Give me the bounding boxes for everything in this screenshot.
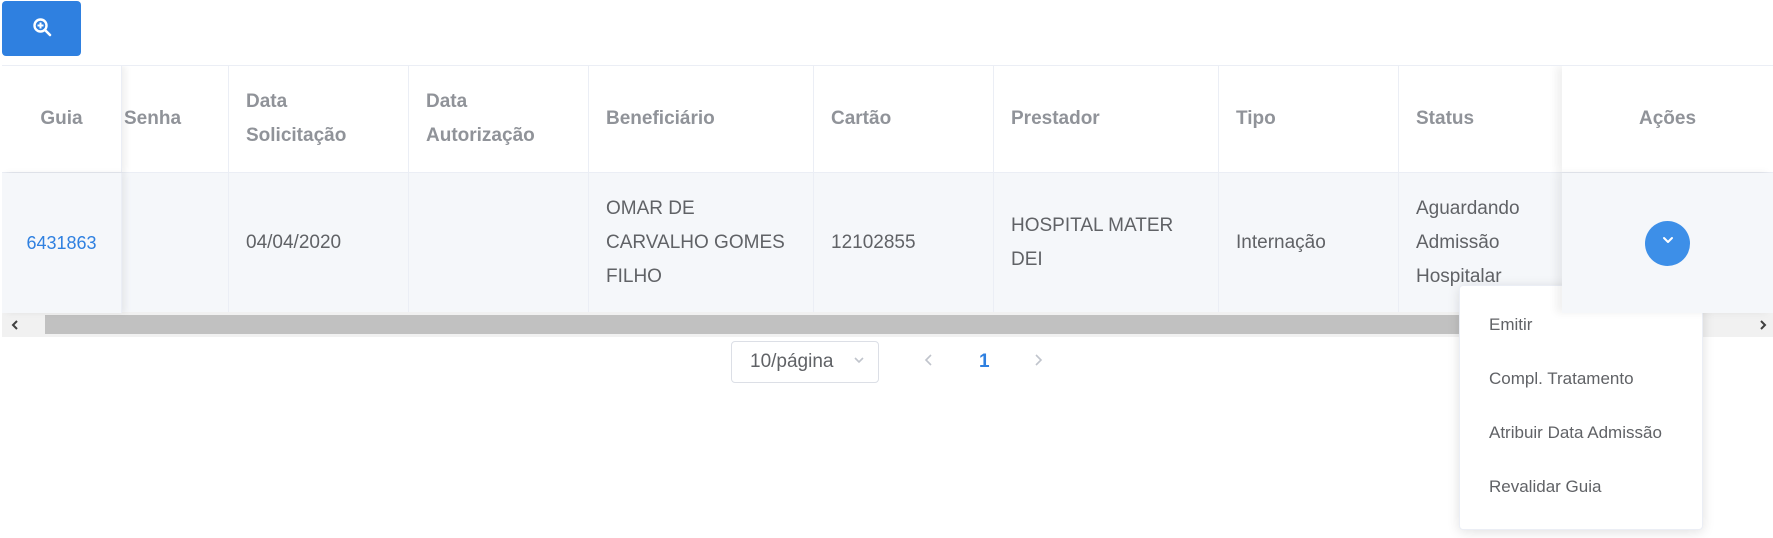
actions-dropdown-button[interactable] bbox=[1645, 220, 1690, 266]
menu-item-revalidar-guia[interactable]: Revalidar Guia bbox=[1460, 460, 1702, 514]
cell-tipo: Internação bbox=[1219, 173, 1399, 313]
cell-acoes bbox=[1562, 173, 1773, 313]
status-text: Aguardando Admissão Hospitalar bbox=[1416, 198, 1520, 287]
scrollbar-thumb[interactable] bbox=[45, 315, 1545, 334]
search-button[interactable] bbox=[2, 1, 81, 56]
header-cartao[interactable]: Cartão bbox=[814, 66, 994, 172]
chevron-left-icon bbox=[922, 353, 936, 372]
page-size-select[interactable]: 10/página bbox=[731, 341, 879, 383]
zoom-in-icon bbox=[32, 17, 52, 40]
cell-guia: 6431863 bbox=[2, 173, 122, 313]
cell-prestador: HOSPITAL MATER DEI bbox=[994, 173, 1219, 313]
cell-data-solicitacao: 04/04/2020 bbox=[229, 173, 409, 313]
page-size-value: 10/página bbox=[750, 351, 834, 372]
cell-cartao: 12102855 bbox=[814, 173, 994, 313]
table-header: Guia Senha Data Solicitação Data Autoriz… bbox=[2, 66, 1773, 173]
actions-dropdown-menu: Emitir Compl. Tratamento Atribuir Data A… bbox=[1459, 285, 1703, 530]
header-data-autorizacao[interactable]: Data Autorização bbox=[409, 66, 589, 172]
menu-item-atribuir-data-admissao[interactable]: Atribuir Data Admissão bbox=[1460, 406, 1702, 460]
header-senha[interactable]: Senha bbox=[122, 66, 229, 172]
cell-data-autorizacao bbox=[409, 173, 589, 313]
header-tipo[interactable]: Tipo bbox=[1219, 66, 1399, 172]
cell-senha bbox=[122, 173, 229, 313]
header-guia[interactable]: Guia bbox=[2, 66, 122, 172]
scroll-right-icon[interactable] bbox=[1754, 315, 1772, 334]
chevron-down-icon bbox=[1660, 226, 1676, 260]
guia-link[interactable]: 6431863 bbox=[26, 226, 96, 260]
header-acoes: Ações bbox=[1562, 66, 1773, 172]
menu-item-compl-tratamento[interactable]: Compl. Tratamento bbox=[1460, 352, 1702, 406]
header-prestador[interactable]: Prestador bbox=[994, 66, 1219, 172]
chevron-right-icon bbox=[1031, 353, 1045, 372]
prev-page-button[interactable] bbox=[911, 344, 947, 380]
chevron-down-icon bbox=[852, 351, 866, 373]
next-page-button[interactable] bbox=[1020, 344, 1056, 380]
scroll-left-icon[interactable] bbox=[6, 315, 24, 334]
header-data-solicitacao[interactable]: Data Solicitação bbox=[229, 66, 409, 172]
header-beneficiario[interactable]: Beneficiário bbox=[589, 66, 814, 172]
pagination: 10/página 1 bbox=[731, 340, 1056, 384]
page-number-current[interactable]: 1 bbox=[979, 351, 990, 373]
cell-beneficiario: OMAR DE CARVALHO GOMES FILHO bbox=[589, 173, 814, 313]
